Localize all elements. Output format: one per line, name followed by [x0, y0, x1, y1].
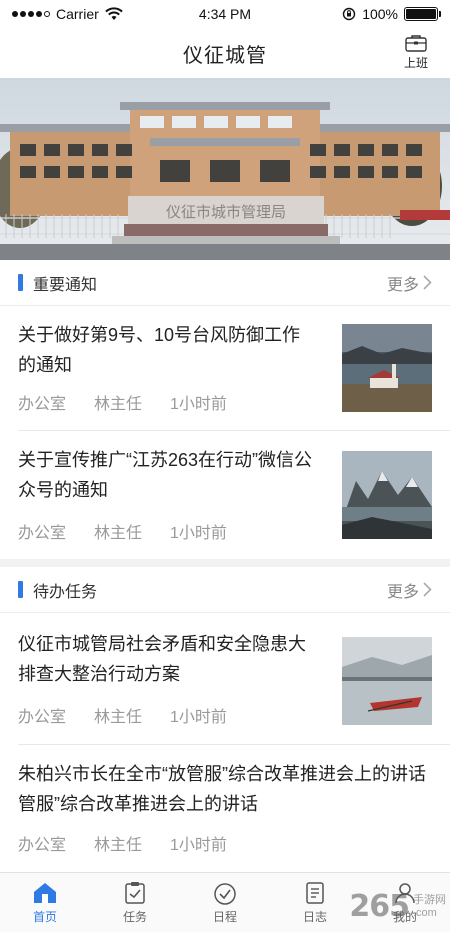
- task-time: 1小时前: [170, 837, 227, 854]
- more-label: 更多: [386, 276, 419, 294]
- rotation-lock-icon: [342, 7, 356, 21]
- watermark-line1: 手游网: [413, 893, 446, 906]
- section-accent-bar: [18, 274, 23, 291]
- signal-icon: [12, 11, 50, 17]
- task-title: 朱柏兴市长在全市“放管服”综合改革推进会上的讲话管服”综合改革推进会上的讲话: [18, 764, 426, 814]
- task-dept: 办公室: [18, 709, 67, 726]
- notice-time: 1小时前: [170, 525, 227, 542]
- task-time: 1小时前: [170, 709, 227, 726]
- task-meta: 办公室 林主任 1小时前: [18, 831, 227, 855]
- tab-log[interactable]: 日志: [270, 873, 360, 932]
- notice-meta: 办公室 林主任 1小时前: [18, 519, 227, 543]
- notices-more-link[interactable]: 更多: [387, 271, 432, 295]
- tab-label: 日程: [212, 909, 237, 924]
- section-accent-bar: [18, 581, 23, 598]
- clock-in-label: 上班: [403, 56, 428, 70]
- task-person: 林主任: [94, 837, 143, 854]
- status-left: Carrier: [12, 6, 123, 22]
- notice-dept: 办公室: [18, 396, 67, 413]
- banner-sign-text: 仪征市城市管理局: [166, 203, 286, 221]
- notice-title: 关于做好第9号、10号台风防御工作的通知: [18, 325, 301, 375]
- wifi-icon: [105, 7, 123, 20]
- banner-image[interactable]: 仪征市城市管理局: [0, 78, 450, 260]
- notice-title: 关于宣传推广“江苏263在行动”微信公众号的通知: [18, 450, 313, 500]
- status-right: 100%: [342, 6, 441, 22]
- watermark-line2: .com: [413, 906, 437, 919]
- clock-in-button[interactable]: 上班: [404, 34, 428, 71]
- tasks-title: 待办任务: [33, 583, 98, 601]
- notice-time: 1小时前: [170, 396, 227, 413]
- home-icon: [34, 882, 56, 903]
- government-building-icon: 仪征市城市管理局: [0, 78, 450, 260]
- more-label: 更多: [386, 583, 419, 601]
- nav-bar: 仪征城管 上班: [0, 28, 450, 78]
- notice-person: 林主任: [94, 525, 143, 542]
- briefcase-icon: [405, 35, 427, 52]
- tab-label: 任务: [122, 909, 147, 924]
- schedule-icon: [214, 882, 236, 905]
- site-watermark: 265 手游网 .com: [349, 889, 446, 924]
- notice-item[interactable]: 关于宣传推广“江苏263在行动”微信公众号的通知 办公室 林主任 1小时前: [0, 431, 450, 559]
- tab-label: 日志: [302, 909, 327, 924]
- chevron-right-icon: [423, 582, 432, 597]
- task-title: 仪征市城管局社会矛盾和安全隐患大排查大整治行动方案: [18, 634, 306, 684]
- task-person: 林主任: [94, 709, 143, 726]
- tasks-header: 待办任务 更多: [0, 567, 450, 613]
- tab-home[interactable]: 首页: [0, 873, 90, 932]
- task-icon: [125, 881, 145, 904]
- status-bar: Carrier 4:34 PM 100%: [0, 0, 450, 28]
- notice-item[interactable]: 关于做好第9号、10号台风防御工作的通知 办公室 林主任 1小时前: [0, 306, 450, 430]
- notice-dept: 办公室: [18, 525, 67, 542]
- notices-header: 重要通知 更多: [0, 260, 450, 306]
- tab-tasks[interactable]: 任务: [90, 873, 180, 932]
- tasks-more-link[interactable]: 更多: [387, 578, 432, 602]
- coast-church-icon: [342, 324, 432, 412]
- section-divider: [0, 559, 450, 567]
- notice-meta: 办公室 林主任 1小时前: [18, 390, 227, 414]
- task-dept: 办公室: [18, 837, 67, 854]
- task-item[interactable]: 仪征市城管局社会矛盾和安全隐患大排查大整治行动方案 办公室 林主任 1小时前: [0, 615, 450, 743]
- tab-label: 首页: [32, 909, 57, 924]
- tab-schedule[interactable]: 日程: [180, 873, 270, 932]
- task-item[interactable]: 朱柏兴市长在全市“放管服”综合改革推进会上的讲话管服”综合改革推进会上的讲话 办…: [0, 745, 450, 871]
- log-icon: [306, 881, 324, 904]
- task-meta: 办公室 林主任 1小时前: [18, 703, 227, 727]
- battery-icon: [404, 7, 441, 21]
- watermark-logo: 265: [349, 889, 410, 924]
- battery-percent: 100%: [362, 6, 398, 22]
- lake-kayak-icon: [342, 637, 432, 725]
- notice-person: 林主任: [94, 396, 143, 413]
- notices-title: 重要通知: [33, 276, 98, 294]
- chevron-right-icon: [423, 275, 432, 290]
- carrier-label: Carrier: [56, 6, 99, 22]
- page-title: 仪征城管: [183, 44, 267, 67]
- fjord-mountain-icon: [342, 451, 432, 539]
